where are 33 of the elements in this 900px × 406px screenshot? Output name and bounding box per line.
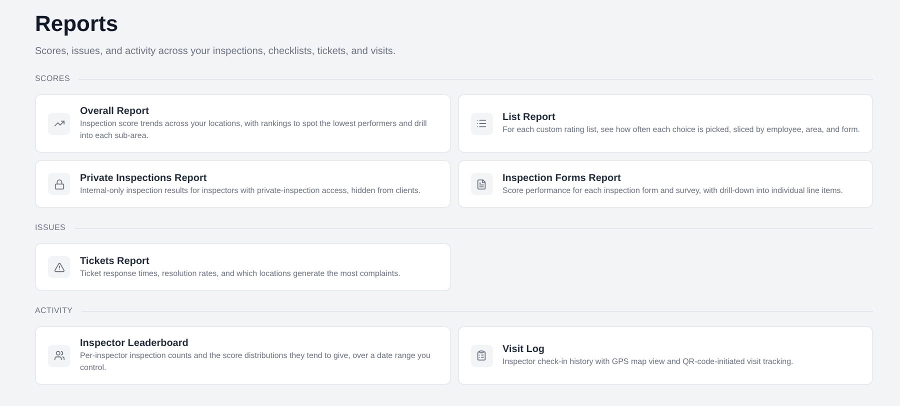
report-card[interactable]: Overall Report Inspection score trends across your locations, with rankings to spot the lowest performers and drill into each sub-area. [35, 94, 450, 153]
report-title: Visit Log [502, 343, 546, 356]
list-icon [476, 118, 487, 129]
lock-icon [54, 178, 64, 190]
chart-icon [54, 118, 64, 129]
report-title: Overall Report [80, 105, 150, 118]
report-title: Inspection Forms Report [502, 172, 622, 184]
report-description: Inspection score trends across your locations, with rankings to spot the lowest performers and drill into each sub-area. [80, 118, 428, 142]
page-title: Reports [35, 10, 120, 38]
report-description: Per-inspector inspection counts and the score distributions they tend to give, over a date range you control. [80, 350, 432, 374]
page-subtitle: Scores, issues, and activity across your inspections, checklists, tickets, and visits. [35, 45, 397, 59]
section-label: ISSUES [35, 222, 66, 234]
report-card[interactable]: Inspection Forms Report Score performance for each inspection form and survey, with drill-down into individual line items. [458, 160, 873, 208]
section-label: ACTIVITY [35, 305, 73, 317]
report-description: Internal-only inspection results for inspectors with private-inspection access, hidden from clients. [80, 184, 421, 196]
warning-icon [54, 262, 64, 272]
report-description: For each custom rating list, see how often each choice is picked, sliced by employee, area, and form. [502, 124, 860, 136]
report-card[interactable]: Visit Log Inspector check-in history with GPS map view and QR-code-initiated visit tracking. [458, 326, 873, 385]
report-description: Inspector check-in history with GPS map view and QR-code-initiated visit tracking. [502, 356, 794, 368]
report-card[interactable]: Private Inspections Report Internal-only inspection results for inspectors with private-inspection access, hidden from clients. [35, 160, 450, 208]
report-description: Score performance for each inspection form and survey, with drill-down into individual line items. [502, 184, 843, 196]
report-card[interactable]: Inspector Leaderboard Per-inspector inspection counts and the score distributions they tend to give, over a date range you control. [35, 326, 450, 385]
clipboard-icon [476, 350, 487, 361]
section-label: SCORES [35, 73, 70, 85]
report-card[interactable]: List Report For each custom rating list, see how often each choice is picked, sliced by employee, area, and form. [458, 94, 873, 153]
report-card[interactable]: Tickets Report Ticket response times, resolution rates, and which locations generate the most complaints. [35, 243, 450, 291]
document-icon [476, 178, 487, 190]
people-icon [54, 350, 64, 361]
report-title: List Report [502, 111, 556, 124]
report-title: Tickets Report [80, 254, 150, 268]
report-description: Ticket response times, resolution rates, and which locations generate the most complaints. [80, 268, 400, 280]
report-title: Private Inspections Report [80, 172, 208, 184]
report-title: Inspector Leaderboard [80, 337, 190, 350]
